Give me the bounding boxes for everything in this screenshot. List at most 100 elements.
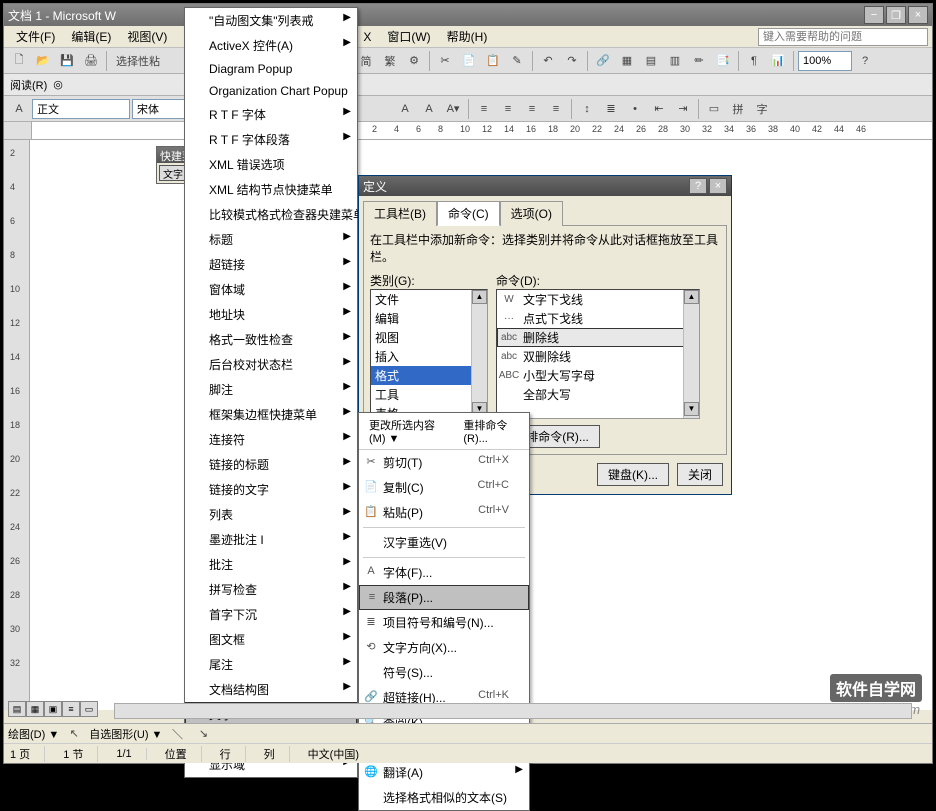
menu-help[interactable]: 帮助(H) [439,26,496,47]
cut-icon[interactable]: ✂ [434,50,456,72]
category-item[interactable]: 编辑 [371,309,487,328]
show-icon[interactable]: ¶ [743,50,765,72]
fontcolor-icon[interactable]: A [394,98,416,120]
paste-special-button[interactable]: 选择性粘 [111,50,165,72]
menu-item[interactable]: Diagram Popup [185,58,357,80]
command-item[interactable]: abc双删除线 [497,347,699,366]
line-icon[interactable]: ＼ [166,723,188,745]
zoom-combo[interactable]: 100% [798,51,852,71]
menu-item[interactable]: "自动图文集"列表戒▶ [185,8,357,33]
style-icon[interactable]: A [8,98,30,120]
print-icon[interactable]: 🖨 [80,50,102,72]
menu-item[interactable]: 墨迹批注 I▶ [185,527,357,552]
menu-item[interactable]: 文档结构图▶ [185,677,357,702]
view-web-icon[interactable]: ▦ [26,701,44,717]
read-button[interactable]: 阅读(R) [10,77,47,93]
modify-selection-sub[interactable]: 更改所选内容(M) ▼ [363,416,453,446]
arrow-icon[interactable]: ↘ [192,723,214,745]
copy-icon[interactable]: 📄 [458,50,480,72]
autoshapes-menu[interactable]: 自选图形(U) ▼ [89,726,162,742]
align-center-icon[interactable]: ≡ [497,98,519,120]
view-normal-icon[interactable]: ▤ [8,701,26,717]
submenu-item[interactable]: 符号(S)... [359,660,529,685]
category-item[interactable]: 工具 [371,385,487,404]
tool-icon-2[interactable]: 繁 [379,50,401,72]
command-item[interactable]: W文字下戈线 [497,290,699,309]
menu-item[interactable]: 框架集边框快捷菜单▶ [185,402,357,427]
help-search-input[interactable] [758,28,928,46]
draw-menu[interactable]: 绘图(D) ▼ [8,726,59,742]
menu-item[interactable]: 超链接▶ [185,252,357,277]
highlight-icon[interactable]: A [418,98,440,120]
category-item[interactable]: 视图 [371,328,487,347]
paste-icon[interactable]: 📋 [482,50,504,72]
read-icon[interactable]: ◎ [53,78,63,91]
menu-item[interactable]: 链接的标题▶ [185,452,357,477]
tab-options[interactable]: 选项(O) [500,201,563,226]
horizontal-scrollbar[interactable] [114,703,912,719]
phonetic-icon[interactable]: 拼 [727,98,749,120]
menu-item[interactable]: R T F 字体段落▶ [185,127,357,152]
keyboard-button[interactable]: 键盘(K)... [597,463,669,486]
menu-item[interactable]: 标题▶ [185,227,357,252]
view-reading-icon[interactable]: ▭ [80,701,98,717]
chart-icon[interactable]: 📊 [767,50,789,72]
menu-item[interactable]: 链接的文字▶ [185,477,357,502]
indent-dec-icon[interactable]: ⇤ [648,98,670,120]
menu-edit[interactable]: 编辑(E) [63,26,119,47]
menu-x[interactable]: X [355,28,379,46]
format-painter-icon[interactable]: ✎ [506,50,528,72]
submenu-item[interactable]: ≣项目符号和编号(N)... [359,610,529,635]
bullets-icon[interactable]: • [624,98,646,120]
menu-file[interactable]: 文件(F) [8,26,63,47]
menu-item[interactable]: 格式一致性检查▶ [185,327,357,352]
menu-item[interactable]: 列表▶ [185,502,357,527]
restore-button[interactable]: ❐ [886,6,906,24]
menu-item[interactable]: 后台校对状态栏▶ [185,352,357,377]
dialog-close-button[interactable]: × [709,178,727,194]
category-item[interactable]: 插入 [371,347,487,366]
menu-item[interactable]: 拼写检查▶ [185,577,357,602]
category-item[interactable]: 格式 [371,366,487,385]
submenu-item[interactable]: ⟲文字方向(X)... [359,635,529,660]
command-listbox[interactable]: W文字下戈线···点式下戈线abc删除线abc双删除线ABC小型大写字母全部大写… [496,289,700,419]
submenu-item[interactable]: ✂剪切(T)Ctrl+X [359,450,529,475]
justify-icon[interactable]: ≡ [545,98,567,120]
close-button[interactable]: × [908,6,928,24]
menu-item[interactable]: 批注▶ [185,552,357,577]
submenu-item[interactable]: ≡段落(P)... [359,585,529,610]
menu-item[interactable]: 首字下沉▶ [185,602,357,627]
drawing-icon[interactable]: ✏ [688,50,710,72]
menu-item[interactable]: 地址块▶ [185,302,357,327]
submenu-item[interactable]: 汉字重选(V) [359,530,529,555]
align-right-icon[interactable]: ≡ [521,98,543,120]
save-icon[interactable]: 💾 [56,50,78,72]
charshade-icon[interactable]: A▾ [442,98,464,120]
dialog-help-button[interactable]: ? [689,178,707,194]
submenu-item[interactable]: 📄复制(C)Ctrl+C [359,475,529,500]
undo-icon[interactable]: ↶ [537,50,559,72]
numbering-icon[interactable]: ≣ [600,98,622,120]
border-icon[interactable]: ▭ [703,98,725,120]
category-item[interactable]: 文件 [371,290,487,309]
tables-icon[interactable]: ▦ [616,50,638,72]
tool-icon-3[interactable]: ⚙ [403,50,425,72]
command-item[interactable]: ABC小型大写字母 [497,366,699,385]
linespacing-icon[interactable]: ↕ [576,98,598,120]
style-combo[interactable]: 正文 [32,99,130,119]
open-icon[interactable]: 📂 [32,50,54,72]
menu-item[interactable]: 脚注▶ [185,377,357,402]
menu-item[interactable]: 比较模式格式检查器央建菜单 [185,202,357,227]
align-left-icon[interactable]: ≡ [473,98,495,120]
help-icon[interactable]: ? [854,50,876,72]
menu-item[interactable]: R T F 字体▶ [185,102,357,127]
submenu-item[interactable]: 选择格式相似的文本(S) [359,785,529,810]
select-icon[interactable]: ↖ [63,723,85,745]
view-outline-icon[interactable]: ≡ [62,701,80,717]
menu-view[interactable]: 视图(V) [119,26,175,47]
menu-item[interactable]: XML 错误选项 [185,152,357,177]
minimize-button[interactable]: − [864,6,884,24]
tab-toolbars[interactable]: 工具栏(B) [363,201,437,226]
redo-icon[interactable]: ↷ [561,50,583,72]
menu-window[interactable]: 窗口(W) [379,26,438,47]
